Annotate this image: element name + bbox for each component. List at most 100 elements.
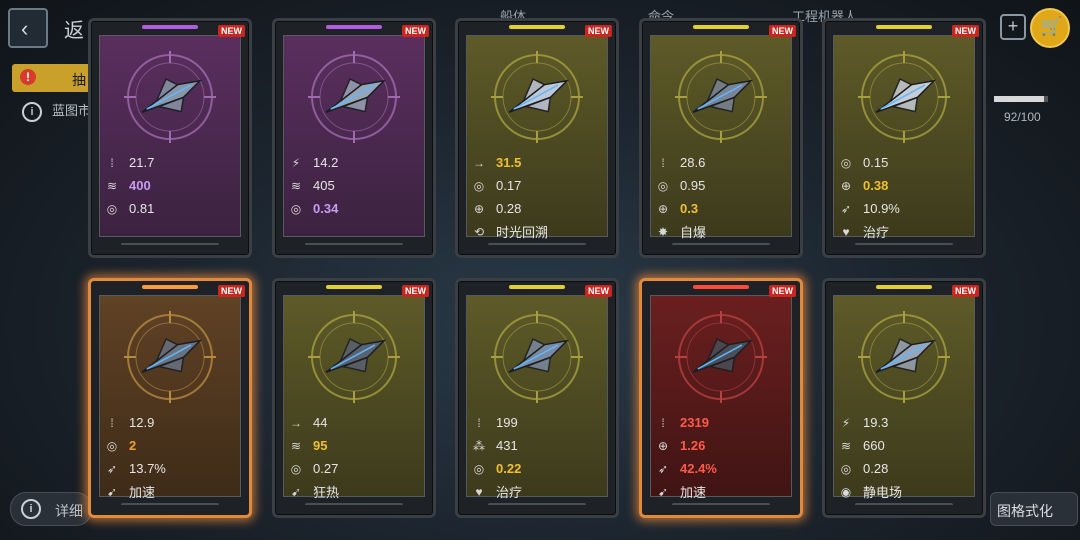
- stat-row: ➶ 13.7%: [103, 457, 241, 480]
- frenzy-icon: ➹: [290, 484, 302, 499]
- card-footer-trim: [121, 243, 219, 251]
- new-badge: NEW: [952, 285, 979, 297]
- target-icon: ◎: [840, 461, 852, 476]
- ammo-icon: ⁞: [110, 415, 114, 430]
- rarity-indicator: [693, 285, 749, 289]
- stat-row: → 31.5: [470, 151, 608, 174]
- stat-list: ⚡ 19.3 ≋ 660 ◎ 0.28 ◉ 静电场: [837, 411, 975, 503]
- ship-card[interactable]: NEW ⚡ 14.2 ≋ 405 ◎ 0.34: [272, 18, 436, 258]
- target-icon: ◎: [473, 178, 485, 193]
- stat-row: ➹ 加速: [103, 480, 241, 503]
- card-footer-trim: [855, 243, 953, 251]
- stat-row: ≋ 95: [287, 434, 425, 457]
- stat-row: ➶ 42.4%: [654, 457, 792, 480]
- back-button[interactable]: ‹: [8, 8, 48, 48]
- stat-value: 加速: [680, 485, 707, 500]
- ship-card[interactable]: NEW ⁞ 12.9 ◎ 2 ➶ 13.7% ➹ 加速: [88, 278, 252, 518]
- add-button[interactable]: +: [1000, 14, 1026, 40]
- rarity-indicator: [142, 25, 198, 29]
- ship-card[interactable]: NEW ⁞ 28.6 ◎ 0.95 ⊕ 0.3 ✸ 自爆: [639, 18, 803, 258]
- ship-card[interactable]: NEW ⚡ 19.3 ≋ 660 ◎ 0.28 ◉ 静电场: [822, 278, 986, 518]
- missile-icon: ⚡: [291, 155, 301, 170]
- crosshair-icon: ⊕: [657, 438, 669, 453]
- stat-value: 405: [313, 178, 335, 193]
- rarity-indicator: [876, 25, 932, 29]
- card-footer-trim: [488, 503, 586, 511]
- stat-row: ⁞ 199: [470, 411, 608, 434]
- stat-row: ➶ 10.9%: [837, 197, 975, 220]
- rarity-indicator: [509, 285, 565, 289]
- stat-value: 95: [313, 438, 328, 453]
- stat-row: ◎ 0.81: [103, 197, 241, 220]
- ship-emblem: [491, 51, 583, 143]
- arrow-icon: →: [473, 155, 485, 170]
- crosshair-icon: ⊕: [840, 178, 852, 193]
- draw-tab-label: 抽: [72, 72, 86, 88]
- stat-row: ⁞ 2319: [654, 411, 792, 434]
- stat-row: ⊕ 1.26: [654, 434, 792, 457]
- stat-value: 加速: [129, 485, 156, 500]
- heal-icon: ♥: [475, 484, 483, 499]
- ship-card[interactable]: NEW ⁞ 2319 ⊕ 1.26 ➶ 42.4% ➹ 加速: [639, 278, 803, 518]
- capacity-count: 92/100: [1004, 110, 1041, 124]
- static-icon: ◉: [840, 484, 852, 499]
- stat-value: 1.26: [680, 438, 706, 453]
- format-button[interactable]: 图格式化: [990, 492, 1078, 526]
- crosshair-icon: ⊕: [473, 201, 485, 216]
- stat-value: 31.5: [496, 155, 522, 170]
- new-badge: NEW: [218, 25, 245, 37]
- ship-emblem: [124, 51, 216, 143]
- boost-icon: ➹: [657, 484, 669, 499]
- stat-row: ⁂ 431: [470, 434, 608, 457]
- info-icon: i: [21, 499, 41, 519]
- stat-list: ⁞ 12.9 ◎ 2 ➶ 13.7% ➹ 加速: [103, 411, 241, 503]
- target-icon: ◎: [840, 155, 852, 170]
- stat-row: ⚡ 19.3: [837, 411, 975, 434]
- stat-row: ⚡ 14.2: [287, 151, 425, 174]
- stat-value: 时光回溯: [496, 225, 549, 240]
- stat-row: ◎ 0.95: [654, 174, 792, 197]
- target-icon: ◎: [290, 461, 302, 476]
- capacity-progress-bar: [994, 96, 1048, 102]
- heal-icon: ♥: [842, 224, 850, 239]
- boost-icon: ➹: [106, 484, 118, 499]
- stat-list: ⁞ 21.7 ≋ 400 ◎ 0.81: [103, 151, 241, 220]
- ship-card[interactable]: NEW ⁞ 21.7 ≋ 400 ◎ 0.81: [88, 18, 252, 258]
- ship-card[interactable]: NEW → 44 ≋ 95 ◎ 0.27 ➹ 狂热: [272, 278, 436, 518]
- stat-row: ≋ 400: [103, 174, 241, 197]
- stat-row: ◎ 0.15: [837, 151, 975, 174]
- stat-row: ⁞ 12.9: [103, 411, 241, 434]
- time-icon: ⟲: [473, 224, 485, 239]
- target-icon: ◎: [290, 201, 302, 216]
- rarity-indicator: [876, 285, 932, 289]
- shop-button[interactable]: 🛒: [1030, 8, 1070, 48]
- new-badge: NEW: [585, 285, 612, 297]
- stat-row: ⊕ 0.28: [470, 197, 608, 220]
- new-badge: NEW: [585, 25, 612, 37]
- stat-value: 10.9%: [863, 201, 900, 216]
- ship-card[interactable]: NEW ⁞ 199 ⁂ 431 ◎ 0.22 ♥ 治疗: [455, 278, 619, 518]
- new-badge: NEW: [218, 285, 245, 297]
- stat-row: ◎ 0.34: [287, 197, 425, 220]
- ship-card[interactable]: NEW → 31.5 ◎ 0.17 ⊕ 0.28 ⟲ 时光回溯: [455, 18, 619, 258]
- draw-tab[interactable]: ! 抽: [12, 64, 96, 92]
- ship-emblem: [675, 311, 767, 403]
- stat-value: 199: [496, 415, 518, 430]
- card-footer-trim: [305, 243, 403, 251]
- info-icon: i: [22, 102, 42, 122]
- new-badge: NEW: [402, 25, 429, 37]
- detail-button[interactable]: i 详细: [10, 492, 92, 526]
- blueprint-info-text: 蓝图市: [52, 103, 92, 118]
- rocket-icon: ➶: [106, 461, 118, 476]
- new-badge: NEW: [402, 285, 429, 297]
- stat-row: ◎ 0.22: [470, 457, 608, 480]
- stat-value: 400: [129, 178, 151, 193]
- stat-value: 0.3: [680, 201, 699, 216]
- stat-value: 44: [313, 415, 328, 430]
- stat-row: ◎ 0.27: [287, 457, 425, 480]
- new-badge: NEW: [769, 285, 796, 297]
- ship-card[interactable]: NEW ◎ 0.15 ⊕ 0.38 ➶ 10.9% ♥ 治疗: [822, 18, 986, 258]
- stat-row: → 44: [287, 411, 425, 434]
- rarity-indicator: [326, 25, 382, 29]
- page-title: 返: [64, 20, 84, 42]
